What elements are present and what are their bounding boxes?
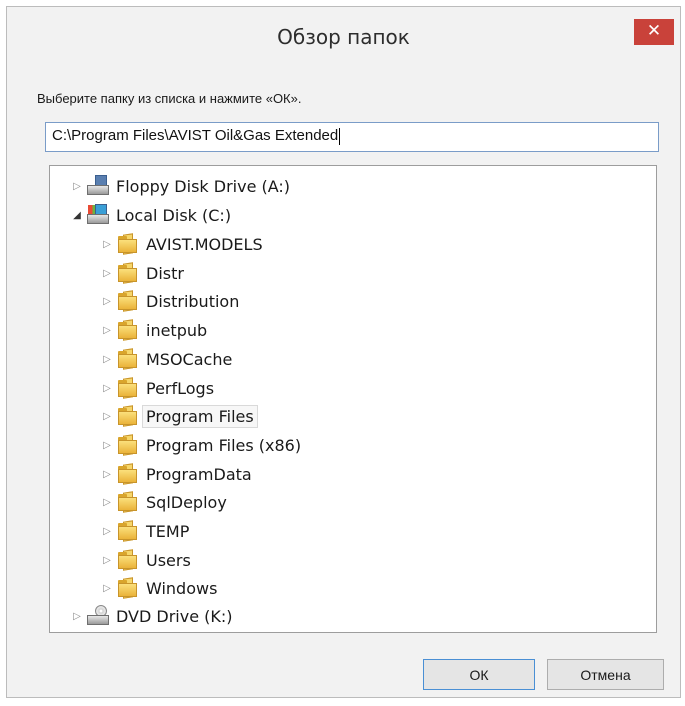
folder-icon — [116, 233, 140, 255]
tree-item-label: inetpub — [146, 320, 208, 340]
expand-arrow-icon[interactable]: ▷ — [68, 611, 86, 622]
folder-path-value: C:\Program Files\AVIST Oil&Gas Extended — [52, 127, 339, 144]
tree-item-label: Program Files (x86) — [146, 435, 302, 455]
folder-icon — [116, 463, 140, 485]
tree-item-label: DVD Drive (K:) — [116, 606, 233, 626]
tree-item-dvd-drive[interactable]: ▷ DVD Drive (K:) — [68, 602, 233, 630]
tree-item-label: SqlDeploy — [146, 492, 227, 512]
folder-icon — [116, 377, 140, 399]
local-disk-icon — [86, 204, 110, 226]
close-button[interactable]: ✕ — [634, 19, 674, 45]
tree-item-folder[interactable]: ▷ Program Files — [98, 402, 258, 430]
tree-item-floppy-drive[interactable]: ▷ Floppy Disk Drive (A:) — [68, 172, 290, 200]
tree-item-folder[interactable]: ▷ Program Files (x86) — [98, 431, 301, 459]
tree-item-label: TEMP — [146, 521, 190, 541]
folder-icon — [116, 405, 140, 427]
folder-icon — [116, 577, 140, 599]
collapse-arrow-icon[interactable]: ◢ — [68, 210, 86, 221]
expand-arrow-icon[interactable]: ▷ — [98, 383, 116, 394]
tree-item-folder[interactable]: ▷ Windows — [98, 574, 217, 602]
tree-item-label: Floppy Disk Drive (A:) — [116, 176, 291, 196]
expand-arrow-icon[interactable]: ▷ — [98, 555, 116, 566]
expand-arrow-icon[interactable]: ▷ — [98, 296, 116, 307]
title-bar[interactable]: Обзор папок ✕ — [7, 7, 680, 69]
tree-item-folder[interactable]: ▷ SqlDeploy — [98, 488, 227, 516]
expand-arrow-icon[interactable]: ▷ — [98, 411, 116, 422]
dialog-title: Обзор папок — [277, 25, 410, 49]
folder-icon — [116, 262, 140, 284]
cancel-button[interactable]: Отмена — [547, 659, 664, 690]
expand-arrow-icon[interactable]: ▷ — [98, 583, 116, 594]
folder-icon — [116, 434, 140, 456]
tree-item-local-disk[interactable]: ◢ Local Disk (C:) — [68, 201, 231, 229]
folder-tree[interactable]: ▷ Floppy Disk Drive (A:) ◢ Local Disk (C… — [49, 165, 657, 633]
tree-item-folder[interactable]: ▷ TEMP — [98, 517, 189, 545]
instruction-text: Выберите папку из списка и нажмите «ОК». — [37, 91, 302, 106]
expand-arrow-icon[interactable]: ▷ — [98, 239, 116, 250]
folder-icon — [116, 319, 140, 341]
folder-icon — [116, 290, 140, 312]
tree-item-folder[interactable]: ▷ PerfLogs — [98, 374, 214, 402]
tree-item-label: MSOCache — [146, 349, 233, 369]
expand-arrow-icon[interactable]: ▷ — [98, 354, 116, 365]
expand-arrow-icon[interactable]: ▷ — [98, 526, 116, 537]
browse-folder-dialog: Обзор папок ✕ Выберите папку из списка и… — [6, 6, 681, 698]
tree-item-folder[interactable]: ▷ inetpub — [98, 316, 207, 344]
tree-item-folder[interactable]: ▷ ProgramData — [98, 460, 252, 488]
folder-icon — [116, 520, 140, 542]
text-caret — [339, 127, 341, 145]
floppy-drive-icon — [86, 175, 110, 197]
expand-arrow-icon[interactable]: ▷ — [68, 181, 86, 192]
tree-item-label: Users — [146, 550, 191, 570]
folder-icon — [116, 348, 140, 370]
tree-item-folder[interactable]: ▷ Users — [98, 546, 191, 574]
ok-button[interactable]: ОК — [423, 659, 535, 690]
expand-arrow-icon[interactable]: ▷ — [98, 268, 116, 279]
tree-item-label: AVIST.MODELS — [146, 234, 263, 254]
folder-icon — [116, 549, 140, 571]
expand-arrow-icon[interactable]: ▷ — [98, 469, 116, 480]
expand-arrow-icon[interactable]: ▷ — [98, 325, 116, 336]
tree-item-folder[interactable]: ▷ Distribution — [98, 287, 239, 315]
tree-item-label: Windows — [146, 578, 218, 598]
dvd-drive-icon — [86, 605, 110, 627]
tree-item-folder[interactable]: ▷ Distr — [98, 259, 184, 287]
folder-path-input[interactable]: C:\Program Files\AVIST Oil&Gas Extended — [45, 122, 659, 152]
tree-item-label: Distribution — [146, 291, 240, 311]
tree-item-folder[interactable]: ▷ AVIST.MODELS — [98, 230, 263, 258]
expand-arrow-icon[interactable]: ▷ — [98, 497, 116, 508]
tree-item-label: PerfLogs — [146, 378, 215, 398]
tree-item-label: ProgramData — [146, 464, 252, 484]
tree-item-label: Local Disk (C:) — [116, 205, 232, 225]
folder-icon — [116, 491, 140, 513]
tree-item-label: Distr — [146, 263, 184, 283]
tree-item-folder[interactable]: ▷ MSOCache — [98, 345, 232, 373]
expand-arrow-icon[interactable]: ▷ — [98, 440, 116, 451]
tree-item-label: Program Files — [142, 404, 258, 428]
